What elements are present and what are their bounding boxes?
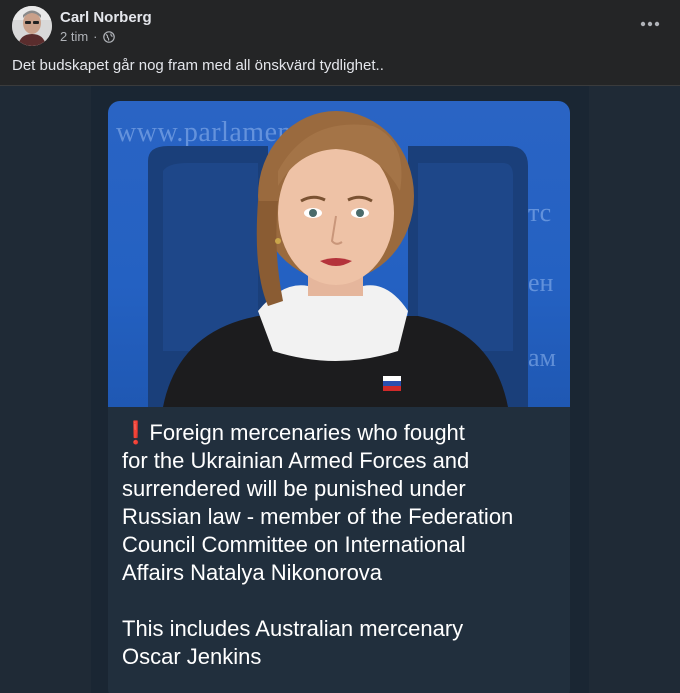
portrait-illustration: тс ен ам xyxy=(148,111,556,407)
message-text: Foreign mercenaries who fought for the U… xyxy=(122,420,514,669)
more-options-button[interactable] xyxy=(634,10,666,38)
post-timestamp[interactable]: 2 tim xyxy=(60,29,88,44)
more-horizontal-icon xyxy=(640,21,660,27)
portrait-photo: www.parlamentskaya тс ен ам xyxy=(108,101,570,407)
message-text-block: ❗Foreign mercenaries who fought for the … xyxy=(122,419,562,671)
author-name[interactable]: Carl Norberg xyxy=(60,9,152,26)
red-exclamation-icon: ❗ xyxy=(122,420,150,445)
shared-screenshot: www.parlamentskaya тс ен ам ❗Foreign mer… xyxy=(91,86,589,693)
author-avatar[interactable] xyxy=(12,6,52,46)
post-header: Carl Norberg 2 tim · xyxy=(0,0,680,52)
meta-separator: · xyxy=(93,29,98,44)
globe-icon xyxy=(102,30,115,43)
avatar-image xyxy=(12,6,52,46)
svg-text:ен: ен xyxy=(528,268,554,297)
message-bubble: www.parlamentskaya тс ен ам ❗Foreign mer… xyxy=(108,101,570,693)
facebook-post: Carl Norberg 2 tim · Det budskapet går n… xyxy=(0,0,680,693)
post-text: Det budskapet går nog fram med all önskv… xyxy=(12,57,384,74)
post-meta: 2 tim · xyxy=(60,29,115,44)
svg-text:ам: ам xyxy=(528,343,556,372)
svg-text:тс: тс xyxy=(528,198,551,227)
post-media[interactable]: www.parlamentskaya тс ен ам ❗Foreign mer… xyxy=(0,85,680,693)
